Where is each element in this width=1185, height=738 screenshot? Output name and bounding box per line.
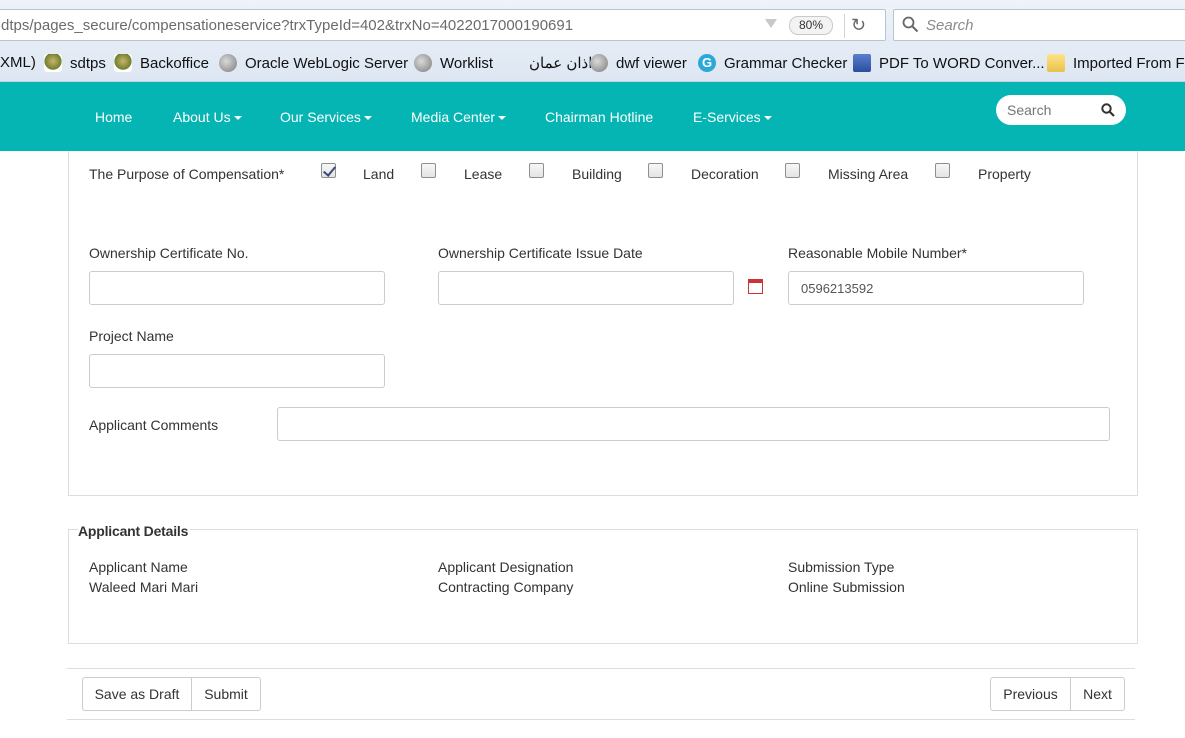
- bookmark-dwf-viewer[interactable]: dwf viewer: [590, 54, 687, 72]
- nav-home[interactable]: Home: [95, 109, 132, 125]
- browser-search-input[interactable]: Search: [926, 17, 974, 34]
- applicant-details-legend: Applicant Details: [78, 523, 191, 539]
- project-name-input[interactable]: [89, 354, 385, 388]
- checkbox-land-label: Land: [363, 166, 395, 182]
- calendar-icon[interactable]: [748, 279, 763, 294]
- caret-down-icon: [363, 116, 372, 121]
- browser-search-bar[interactable]: Search: [893, 9, 1185, 41]
- grammar-icon: G: [698, 54, 716, 72]
- globe-icon: [590, 54, 608, 72]
- bookmark-label: Oracle WebLogic Server: [245, 54, 409, 72]
- bookmark-label: sdtps: [70, 54, 106, 72]
- submission-type-label: Submission Type: [788, 559, 895, 575]
- bookmark-athan-oman[interactable]: اذان عمان: [529, 54, 592, 72]
- sdtps-icon: [114, 54, 132, 72]
- ownership-certificate-issue-date-label: Ownership Certificate Issue Date: [438, 245, 643, 261]
- bookmark-worklist[interactable]: Worklist: [414, 54, 493, 72]
- ownership-certificate-no-label: Ownership Certificate No.: [89, 245, 249, 261]
- submission-type-value: Online Submission: [788, 579, 905, 595]
- checkbox-land[interactable]: [321, 163, 336, 178]
- next-button[interactable]: Next: [1070, 677, 1125, 711]
- nav-e-services-label: E-Services: [693, 109, 761, 125]
- url-history-dropdown-icon[interactable]: [765, 19, 777, 28]
- checkbox-building[interactable]: [529, 163, 544, 178]
- bookmark-label: اذان عمان: [529, 55, 593, 72]
- checkbox-building-label: Building: [572, 166, 622, 182]
- bookmark-backoffice[interactable]: Backoffice: [114, 54, 209, 72]
- nav-chairman-hotline[interactable]: Chairman Hotline: [545, 109, 653, 125]
- site-search-input[interactable]: [1007, 102, 1097, 118]
- nav-e-services[interactable]: E-Services: [693, 109, 772, 125]
- checkbox-missing-area[interactable]: [785, 163, 800, 178]
- bookmark-grammar-checker[interactable]: G Grammar Checker: [698, 54, 847, 72]
- nav-our-services[interactable]: Our Services: [280, 109, 372, 125]
- caret-down-icon: [498, 116, 507, 121]
- checkbox-decoration[interactable]: [648, 163, 663, 178]
- reload-icon[interactable]: ↻: [851, 15, 866, 35]
- sdtps-icon: [44, 54, 62, 72]
- nav-our-services-label: Our Services: [280, 109, 361, 125]
- caret-down-icon: [233, 116, 242, 121]
- applicant-designation-value: Contracting Company: [438, 579, 574, 595]
- url-text[interactable]: dtps/pages_secure/compensationeservice?t…: [1, 17, 573, 34]
- ownership-certificate-no-input[interactable]: [89, 271, 385, 305]
- bookmark-label: XML): [0, 54, 36, 71]
- previous-button[interactable]: Previous: [990, 677, 1071, 711]
- checkbox-property-label: Property: [978, 166, 1031, 182]
- applicant-name-label: Applicant Name: [89, 559, 188, 575]
- project-name-label: Project Name: [89, 328, 174, 344]
- bookmark-label: Grammar Checker: [724, 54, 848, 72]
- nav-home-label: Home: [95, 109, 133, 125]
- bookmark-sdtps[interactable]: sdtps: [44, 54, 106, 72]
- bookmark-label: Backoffice: [140, 54, 209, 72]
- checkbox-property[interactable]: [935, 163, 950, 178]
- globe-icon: [219, 54, 237, 72]
- site-navbar: Home About Us Our Services Media Center …: [0, 82, 1185, 151]
- purpose-of-compensation-label: The Purpose of Compensation*: [89, 166, 285, 182]
- checkbox-decoration-label: Decoration: [691, 166, 759, 182]
- nav-about-us[interactable]: About Us: [173, 109, 242, 125]
- ownership-certificate-issue-date-input[interactable]: [438, 271, 734, 305]
- zoom-level-badge[interactable]: 80%: [789, 16, 833, 35]
- globe-icon: [414, 54, 432, 72]
- applicant-designation-label: Applicant Designation: [438, 559, 574, 575]
- url-bar-divider: [844, 14, 845, 38]
- pdf-icon: [853, 54, 871, 72]
- applicant-comments-input[interactable]: [277, 407, 1110, 441]
- checkbox-missing-area-label: Missing Area: [828, 166, 909, 182]
- checkbox-lease[interactable]: [421, 163, 436, 178]
- bookmark-label: PDF To WORD Conver...: [879, 54, 1045, 72]
- checkbox-lease-label: Lease: [464, 166, 503, 182]
- nav-chairman-hotline-label: Chairman Hotline: [545, 109, 654, 125]
- bookmark-label: Worklist: [440, 54, 494, 72]
- applicant-comments-label: Applicant Comments: [89, 417, 219, 433]
- bookmark-pdf-to-word[interactable]: PDF To WORD Conver...: [853, 54, 1045, 72]
- browser-chrome: dtps/pages_secure/compensationeservice?t…: [0, 0, 1185, 82]
- submit-button[interactable]: Submit: [191, 677, 261, 711]
- mobile-number-input[interactable]: [788, 271, 1084, 305]
- caret-down-icon: [763, 116, 772, 121]
- nav-media-center[interactable]: Media Center: [411, 109, 507, 125]
- folder-icon: [1047, 54, 1065, 72]
- url-bar[interactable]: dtps/pages_secure/compensationeservice?t…: [0, 9, 886, 41]
- nav-media-center-label: Media Center: [411, 109, 496, 125]
- bookmark-label: dwf viewer: [616, 54, 687, 72]
- mobile-number-label: Reasonable Mobile Number*: [788, 245, 967, 261]
- site-search-box[interactable]: [996, 95, 1126, 125]
- applicant-name-value: Waleed Mari Mari: [89, 579, 199, 595]
- save-as-draft-button[interactable]: Save as Draft: [82, 677, 192, 711]
- bookmarks-toolbar: XML) sdtps Backoffice Oracle WebLogic Se…: [0, 50, 1185, 80]
- applicant-details-panel: [68, 529, 1138, 644]
- compensation-form-panel: [68, 151, 1138, 496]
- search-icon: [902, 16, 919, 33]
- nav-about-us-label: About Us: [173, 109, 231, 125]
- bookmark-oracle-weblogic[interactable]: Oracle WebLogic Server: [219, 54, 408, 72]
- bookmark-imported[interactable]: Imported From F: [1047, 54, 1185, 72]
- search-icon[interactable]: [1101, 103, 1115, 117]
- bookmark-label: Imported From F: [1073, 54, 1185, 72]
- bookmark-xml[interactable]: XML): [0, 54, 36, 71]
